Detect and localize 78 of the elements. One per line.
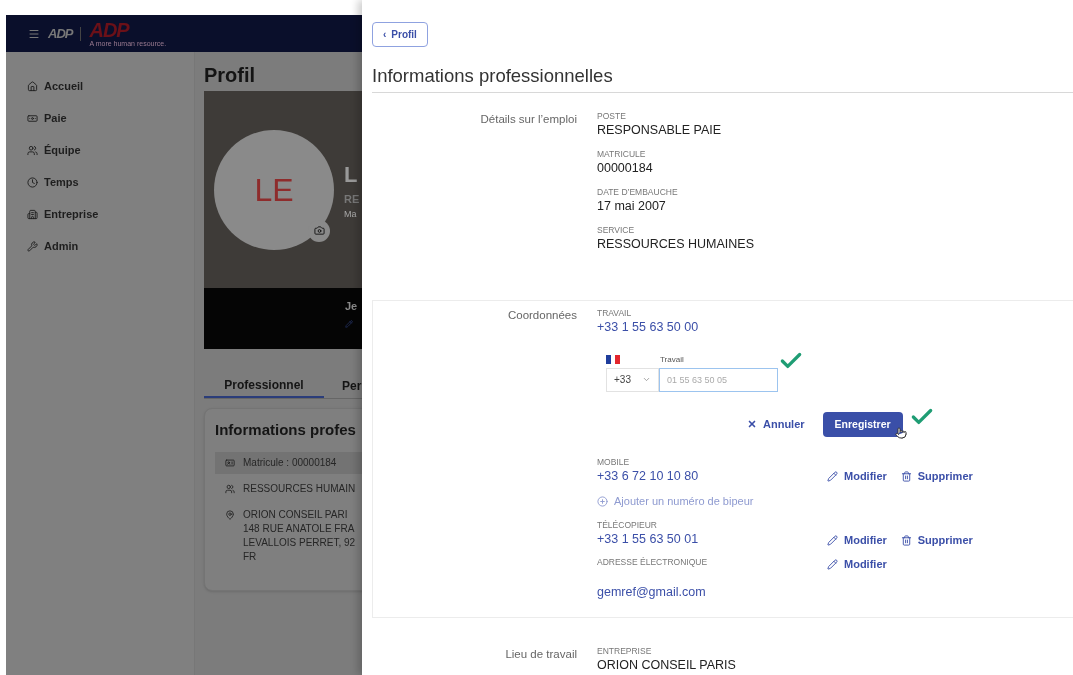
panel-title: Informations professionnelles [372, 62, 1073, 93]
back-button[interactable]: ‹ Profil [372, 22, 428, 47]
hand-cursor-icon [894, 426, 907, 439]
sidebar-item[interactable]: Admin [27, 237, 194, 256]
delete-link[interactable]: Supprimer [900, 531, 973, 549]
country-code-select[interactable]: +33 [606, 367, 659, 392]
clock-icon [27, 177, 38, 188]
cancel-link[interactable]: Annuler [747, 415, 805, 432]
save-button[interactable]: Enregistrer [822, 411, 903, 437]
card-title: Informations profes [215, 420, 357, 440]
phone-link[interactable]: +33 1 55 63 50 01 [597, 531, 699, 549]
field-caption: ADRESSE ÉLECTRONIQUE [597, 556, 709, 570]
field-value: RESSOURCES HUMAINES [597, 235, 754, 253]
plus-circle-icon [597, 495, 608, 507]
sidebar-item[interactable]: Équipe [27, 141, 194, 160]
section-label: Coordonnées [506, 307, 578, 323]
pencil-icon [827, 471, 838, 482]
card-text: FR [243, 549, 258, 564]
field-value: 17 mai 2007 [597, 197, 667, 215]
delete-link[interactable]: Supprimer [900, 468, 973, 485]
wrench-icon [27, 241, 38, 252]
phone-link[interactable]: +33 6 72 10 10 80 [597, 467, 699, 485]
field-caption: SERVICE [597, 223, 636, 236]
camera-icon [313, 225, 325, 236]
section-label: Lieu de travail [504, 646, 578, 662]
trash-icon [900, 534, 912, 546]
france-flag-icon [606, 354, 620, 364]
profile-subtitle: RE [344, 192, 360, 207]
pencil-icon [345, 319, 353, 328]
people-icon [225, 483, 235, 494]
id-card-icon [225, 457, 235, 468]
field-caption: MATRICULE [597, 147, 647, 160]
field-caption: TÉLÉCOPIEUR [597, 519, 658, 532]
building-icon [27, 209, 38, 220]
sidebar-item[interactable]: Accueil [27, 77, 194, 96]
page-title: Profil [204, 63, 257, 88]
logo-text: ADP [48, 24, 73, 43]
card-text: LEVALLOIS PERRET, 92 [243, 535, 356, 550]
house-icon [27, 81, 38, 92]
field-caption: TRAVAIL [597, 306, 633, 319]
profile-tab[interactable]: Professionnel [204, 374, 324, 398]
people-icon [27, 145, 38, 156]
card-text: ORION CONSEIL PARI [243, 507, 349, 522]
edit-link[interactable]: Modifier [827, 468, 887, 485]
field-caption: MOBILE [597, 455, 631, 468]
section-label: Détails sur l’emploi [479, 111, 578, 127]
sidebar-item[interactable]: Paie [27, 109, 194, 128]
card-text: 148 RUE ANATOLE FRA [243, 521, 356, 536]
phone-input[interactable]: 01 55 63 50 05 [659, 367, 778, 392]
field-label: Travail [659, 353, 684, 366]
trash-icon [900, 471, 912, 482]
profile-subline: Ma [344, 207, 358, 221]
field-value: RESPONSABLE PAIE [597, 121, 723, 139]
field-caption: DATE D’EMBAUCHE [597, 185, 679, 198]
field-caption: POSTE [597, 109, 627, 122]
sidebar-item[interactable]: Entreprise [27, 205, 194, 224]
email-link[interactable]: gemref@gmail.com [597, 582, 706, 602]
edit-link[interactable]: Modifier [827, 556, 887, 573]
field-caption: ENTREPRISE [597, 644, 653, 657]
chevron-glyph: ‹ [383, 28, 387, 42]
close-icon [747, 418, 757, 429]
card-text: RESSOURCES HUMAIN [243, 481, 356, 496]
profile-tab[interactable]: Per [324, 374, 362, 398]
banknote-icon [27, 113, 38, 124]
map-pin-icon [225, 509, 235, 520]
profile-name: L [344, 161, 359, 189]
card-text: Matricule : 00000184 [243, 455, 337, 470]
menu-icon[interactable] [28, 27, 40, 40]
strip-text: Je [345, 299, 358, 314]
edit-link[interactable]: Modifier [827, 531, 887, 549]
phone-link[interactable]: +33 1 55 63 50 00 [597, 318, 699, 336]
sidebar-item[interactable]: Temps [27, 173, 194, 192]
field-value: 00000184 [597, 159, 654, 177]
avatar: LE [214, 129, 334, 250]
field-value: ORION CONSEIL PARIS [597, 656, 736, 674]
pencil-icon [827, 559, 838, 570]
pencil-icon [827, 534, 838, 546]
logo-text: ADP [89, 20, 131, 40]
